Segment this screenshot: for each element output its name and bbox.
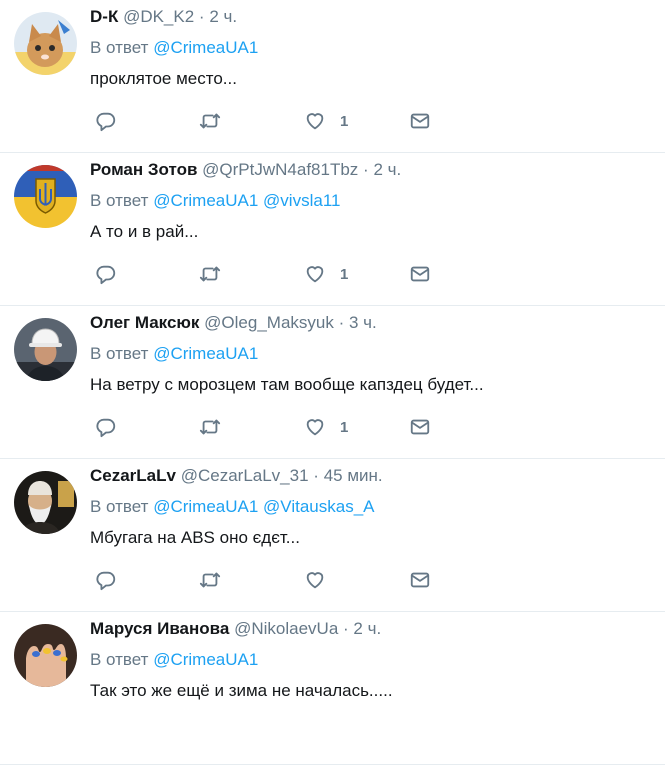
reply-button[interactable] [95, 262, 117, 286]
separator-dot: · [313, 466, 319, 485]
tweet-text: На ветру с морозцем там вообще капздец б… [90, 375, 484, 394]
tweet-time[interactable]: 3 ч. [349, 313, 377, 332]
tweet-actions: 1 [95, 109, 435, 133]
separator-dot: · [198, 7, 205, 26]
direct-message-icon [410, 113, 430, 129]
reply-prefix: В ответ [90, 650, 149, 669]
tweet-actions [95, 568, 435, 592]
reply-button[interactable] [95, 415, 117, 439]
direct-message-icon [410, 266, 430, 282]
mention-link[interactable]: @CrimeaUA1 [153, 344, 258, 363]
avatar[interactable] [14, 165, 77, 228]
tweet-actions: 1 [95, 415, 435, 439]
reply-icon [96, 265, 116, 285]
reply-button[interactable] [95, 109, 117, 133]
tweet-text: Так это же ещё и зима не началась..... [90, 681, 393, 700]
reply-context: В ответ @CrimeaUA1 [90, 343, 655, 365]
tweet[interactable]: CezarLaLv @CezarLaLv_31 · 45 мин. В отве… [0, 459, 665, 612]
mention-link[interactable]: @CrimeaUA1 [153, 191, 258, 210]
direct-message-button[interactable] [409, 262, 431, 286]
mention-link[interactable]: @CrimeaUA1 [153, 38, 258, 57]
reply-button[interactable] [95, 568, 117, 592]
tweet[interactable]: Олег Максюк @Oleg_Maksyuk · 3 ч. В ответ… [0, 306, 665, 459]
mention-link[interactable]: @CrimeaUA1 [153, 497, 258, 516]
separator-dot: · [343, 619, 349, 638]
like-icon [306, 419, 324, 436]
like-button[interactable]: 1 [304, 262, 348, 286]
mention-link[interactable]: @CrimeaUA1 [153, 650, 258, 669]
retweet-button[interactable] [199, 262, 221, 286]
author-handle[interactable]: @CezarLaLv_31 [181, 466, 309, 485]
retweet-button[interactable] [199, 568, 221, 592]
direct-message-icon [410, 572, 430, 588]
tweet-actions: 1 [95, 262, 435, 286]
tweet-text: Мбугага на ABS оно єдєт... [90, 528, 300, 547]
retweet-button[interactable] [199, 109, 221, 133]
retweet-icon [199, 572, 221, 588]
reply-icon [96, 112, 116, 132]
tweet[interactable]: D-К @DK_K2 · 2 ч. В ответ @CrimeaUA1 про… [0, 0, 665, 153]
tweet-time[interactable]: 45 мин. [324, 466, 383, 485]
mention-link[interactable]: @Vitauskas_A [263, 497, 374, 516]
author-handle[interactable]: @DK_K2 [123, 7, 194, 26]
reply-context: В ответ @CrimeaUA1 [90, 649, 655, 671]
author-name[interactable]: Олег Максюк [90, 313, 199, 332]
reply-prefix: В ответ [90, 497, 149, 516]
author-handle[interactable]: @QrPtJwN4af81Tbz [202, 160, 358, 179]
reply-context: В ответ @CrimeaUA1 [90, 37, 655, 59]
reply-icon [96, 418, 116, 438]
like-button[interactable]: 1 [304, 109, 348, 133]
like-icon [306, 113, 324, 130]
tweet[interactable]: Роман Зотов @QrPtJwN4af81Tbz · 2 ч. В от… [0, 153, 665, 306]
separator-dot: · [338, 313, 345, 332]
tweet[interactable]: Маруся Иванова @NikolaevUa · 2 ч. В отве… [0, 612, 665, 765]
direct-message-button[interactable] [409, 109, 431, 133]
retweet-button[interactable] [199, 415, 221, 439]
direct-message-icon [410, 419, 430, 435]
avatar[interactable] [14, 12, 77, 75]
like-button[interactable] [304, 568, 340, 592]
reply-prefix: В ответ [90, 38, 149, 57]
reply-icon [96, 571, 116, 591]
direct-message-button[interactable] [409, 568, 431, 592]
avatar[interactable] [14, 624, 77, 687]
like-count: 1 [340, 112, 349, 130]
tweet-text: А то и в рай... [90, 222, 199, 241]
author-handle[interactable]: @Oleg_Maksyuk [204, 313, 334, 332]
like-icon [306, 266, 324, 283]
like-button[interactable]: 1 [304, 415, 348, 439]
reply-prefix: В ответ [90, 191, 149, 210]
direct-message-button[interactable] [409, 415, 431, 439]
reply-context: В ответ @CrimeaUA1 @Vitauskas_A [90, 496, 655, 518]
author-name[interactable]: D-К [90, 7, 118, 26]
retweet-icon [199, 113, 221, 129]
avatar[interactable] [14, 318, 77, 381]
retweet-icon [199, 419, 221, 435]
tweet-time[interactable]: 2 ч. [373, 160, 401, 179]
like-count: 1 [340, 265, 349, 283]
tweet-text: проклятое место... [90, 69, 237, 88]
reply-prefix: В ответ [90, 344, 149, 363]
tweet-time[interactable]: 2 ч. [209, 7, 237, 26]
like-count: 1 [340, 418, 349, 436]
like-icon [306, 572, 324, 589]
tweet-time[interactable]: 2 ч. [353, 619, 381, 638]
author-handle[interactable]: @NikolaevUa [234, 619, 338, 638]
separator-dot: · [363, 160, 369, 179]
retweet-icon [199, 266, 221, 282]
mention-link[interactable]: @vivsla11 [263, 191, 340, 210]
author-name[interactable]: Роман Зотов [90, 160, 197, 179]
author-name[interactable]: Маруся Иванова [90, 619, 229, 638]
reply-context: В ответ @CrimeaUA1 @vivsla11 [90, 190, 655, 212]
author-name[interactable]: CezarLaLv [90, 466, 176, 485]
avatar[interactable] [14, 471, 77, 534]
